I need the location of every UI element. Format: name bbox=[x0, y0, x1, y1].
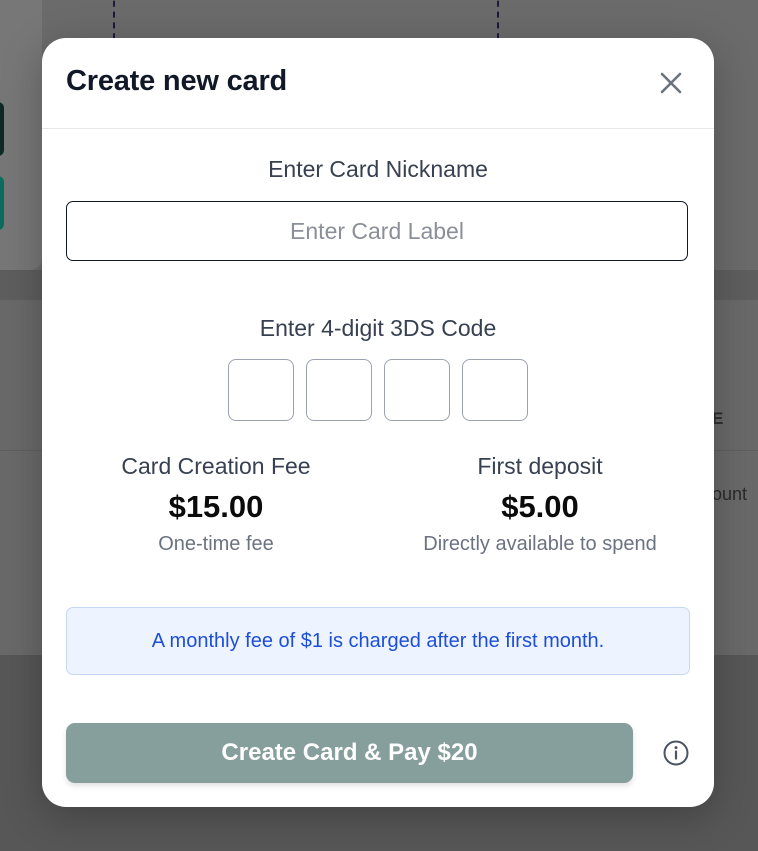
monthly-fee-notice: A monthly fee of $1 is charged after the… bbox=[66, 607, 690, 675]
close-icon bbox=[660, 72, 682, 94]
card-creation-fee: Card Creation Fee $15.00 One-time fee bbox=[48, 453, 384, 556]
deposit-note: Directly available to spend bbox=[423, 533, 657, 555]
card-nickname-label: Enter Card Nickname bbox=[268, 156, 488, 182]
create-card-pay-button[interactable]: Create Card & Pay $20 bbox=[66, 723, 633, 783]
deposit-title: First deposit bbox=[477, 453, 603, 479]
creation-fee-note: One-time fee bbox=[158, 533, 274, 555]
3ds-code-label: Enter 4-digit 3DS Code bbox=[259, 315, 497, 341]
3ds-code-digit-1[interactable] bbox=[228, 359, 294, 421]
3ds-code-digit-3[interactable] bbox=[384, 359, 450, 421]
modal-title: Create new card bbox=[66, 65, 288, 97]
first-deposit: First deposit $5.00 Directly available t… bbox=[378, 453, 702, 556]
modal-header: Create new card bbox=[42, 38, 714, 129]
close-button[interactable] bbox=[654, 66, 688, 100]
background-table-cell: ount bbox=[712, 484, 748, 504]
background-side-card bbox=[0, 0, 42, 270]
background-teal-button bbox=[0, 176, 4, 230]
creation-fee-amount: $15.00 bbox=[168, 489, 264, 524]
card-nickname-input[interactable] bbox=[66, 201, 688, 261]
background-dark-button bbox=[0, 102, 4, 156]
3ds-code-digit-4[interactable] bbox=[462, 359, 528, 421]
creation-fee-title: Card Creation Fee bbox=[121, 453, 311, 479]
info-button[interactable] bbox=[662, 739, 690, 767]
3ds-code-digit-2[interactable] bbox=[306, 359, 372, 421]
create-card-modal: Create new card Enter Card Nickname Ente… bbox=[42, 38, 714, 807]
deposit-amount: $5.00 bbox=[501, 489, 579, 524]
info-icon bbox=[663, 740, 689, 766]
